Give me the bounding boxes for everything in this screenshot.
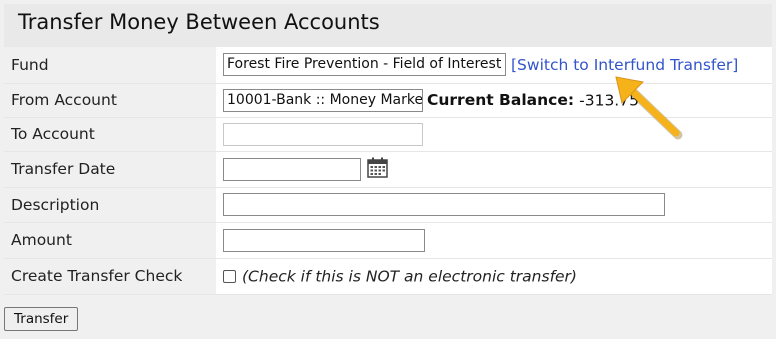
transfer-check-label: Create Transfer Check (4, 258, 216, 295)
description-label: Description (4, 187, 216, 223)
transfer-check-hint: (Check if this is NOT an electronic tran… (242, 267, 577, 286)
transfer-button[interactable]: Transfer (4, 307, 79, 331)
transfer-date-label: Transfer Date (4, 151, 216, 188)
page-title: Transfer Money Between Accounts (18, 10, 380, 34)
calendar-icon[interactable] (367, 157, 388, 182)
row-transfer-check: Create Transfer Check (Check if this is … (4, 258, 772, 295)
pointer-arrow-icon (615, 76, 683, 140)
from-account-select[interactable]: 10001-Bank :: Money Market (223, 88, 423, 112)
current-balance-label: Current Balance: (427, 91, 575, 109)
amount-label: Amount (4, 222, 216, 259)
to-account-select[interactable] (223, 122, 423, 146)
description-input[interactable] (223, 193, 665, 216)
from-account-label: From Account (4, 83, 216, 118)
row-description: Description (4, 187, 772, 223)
transfer-check-checkbox[interactable] (223, 270, 236, 284)
fund-select[interactable]: Forest Fire Prevention - Field of Intere… (223, 53, 506, 77)
row-amount: Amount (4, 222, 772, 259)
fund-label: Fund (4, 47, 216, 84)
to-account-label: To Account (4, 117, 216, 152)
amount-input[interactable] (223, 228, 425, 252)
switch-interfund-link[interactable]: [Switch to Interfund Transfer] (511, 56, 738, 74)
transfer-date-input[interactable] (223, 157, 361, 181)
row-transfer-date: Transfer Date (4, 151, 772, 188)
